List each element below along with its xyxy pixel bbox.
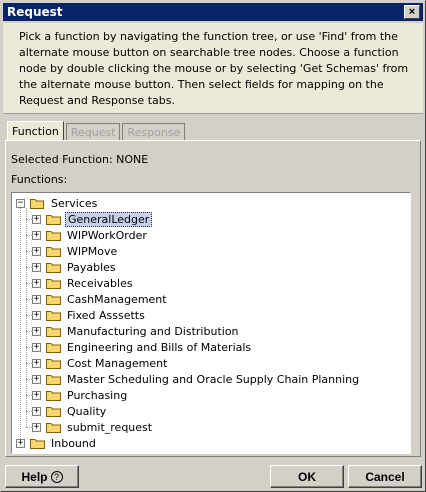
tree-node-label: CashManagement xyxy=(67,292,167,306)
tree-connector-line xyxy=(20,208,21,439)
tree-connector-line xyxy=(26,208,27,427)
functions-label: Functions: xyxy=(11,173,68,186)
tree-node-child[interactable]: + Receivables xyxy=(32,275,135,291)
tree-node-child[interactable]: + CashManagement xyxy=(32,291,169,307)
expand-icon[interactable]: + xyxy=(32,246,41,256)
folder-icon xyxy=(46,326,61,337)
folder-icon xyxy=(30,438,45,449)
tree-node-label: GeneralLedger xyxy=(65,211,153,227)
folder-icon xyxy=(46,230,61,241)
folder-icon xyxy=(46,390,61,401)
expand-icon[interactable]: + xyxy=(32,406,41,416)
folder-icon xyxy=(46,310,61,321)
ok-button[interactable]: OK xyxy=(270,465,344,488)
tab-strip: Function Request Response xyxy=(7,121,187,141)
folder-icon xyxy=(46,358,61,369)
tree-node-label: Master Scheduling and Oracle Supply Chai… xyxy=(67,372,360,386)
tree-node-label: Payables xyxy=(67,260,116,274)
tree-node-child[interactable]: + Manufacturing and Distribution xyxy=(32,323,241,339)
tree-node-child[interactable]: + GeneralLedger xyxy=(32,211,153,227)
folder-icon xyxy=(46,342,61,353)
tree-node-child[interactable]: + Payables xyxy=(32,259,118,275)
expand-icon[interactable]: + xyxy=(32,422,41,432)
tree-node-child[interactable]: + Engineering and Bills of Materials xyxy=(32,339,253,355)
button-bar: Help? OK Cancel xyxy=(5,465,423,489)
collapse-icon[interactable]: − xyxy=(16,198,25,208)
expand-icon[interactable]: + xyxy=(32,310,41,320)
folder-open-icon xyxy=(30,198,45,209)
tree-node-label: Inbound xyxy=(51,436,96,450)
expand-icon[interactable]: + xyxy=(32,342,41,352)
expand-icon[interactable]: + xyxy=(32,358,41,368)
tree-node-child[interactable]: + WIPWorkOrder xyxy=(32,227,149,243)
expand-icon[interactable]: + xyxy=(16,438,25,448)
tree-node-inbound[interactable]: + Inbound xyxy=(16,435,98,451)
folder-icon xyxy=(46,374,61,385)
tree-node-child[interactable]: + WIPMove xyxy=(32,243,119,259)
tree-node-label: Services xyxy=(51,196,98,210)
tree-node-label: Cost Management xyxy=(67,356,168,370)
close-button[interactable]: × xyxy=(404,5,420,19)
selected-function-label: Selected Function: NONE xyxy=(11,153,149,166)
tab-function[interactable]: Function xyxy=(7,121,64,141)
tab-request[interactable]: Request xyxy=(65,123,121,141)
tree-node-label: WIPMove xyxy=(67,244,118,258)
folder-icon xyxy=(46,294,61,305)
tree-node-child[interactable]: + Fixed Asssetts xyxy=(32,307,147,323)
tree-node-label: Manufacturing and Distribution xyxy=(67,324,239,338)
tree-node-label: Receivables xyxy=(67,276,133,290)
folder-icon xyxy=(46,214,61,225)
expand-icon[interactable]: + xyxy=(32,278,41,288)
help-button-label: Help xyxy=(21,470,48,484)
tree-node-services[interactable]: − Services xyxy=(16,195,99,211)
tab-response[interactable]: Response xyxy=(122,123,186,141)
request-dialog: Request × Pick a function by navigating … xyxy=(0,0,426,492)
window-title: Request xyxy=(7,5,63,19)
function-tab-panel: Selected Function: NONE Functions: − Serv… xyxy=(5,140,421,457)
help-button[interactable]: Help? xyxy=(5,465,79,488)
tree-node-child[interactable]: + Master Scheduling and Oracle Supply Cha… xyxy=(32,371,361,387)
folder-icon xyxy=(46,422,61,433)
tree-node-label: WIPWorkOrder xyxy=(67,228,147,242)
tree-node-label: Engineering and Bills of Materials xyxy=(67,340,252,354)
expand-icon[interactable]: + xyxy=(32,326,41,336)
function-tree[interactable]: − Services + GeneralLedger + WIPWorkOrder + WIP… xyxy=(11,192,411,454)
tree-node-label: Fixed Asssetts xyxy=(67,308,145,322)
tree-node-child[interactable]: + Purchasing xyxy=(32,387,129,403)
tree-node-child[interactable]: + Cost Management xyxy=(32,355,169,371)
tree-node-child[interactable]: + Quality xyxy=(32,403,108,419)
expand-icon[interactable]: + xyxy=(32,214,41,224)
folder-icon xyxy=(46,262,61,273)
title-bar: Request × xyxy=(3,3,423,21)
expand-icon[interactable]: + xyxy=(32,294,41,304)
folder-icon xyxy=(46,246,61,257)
folder-icon xyxy=(46,278,61,289)
instructions-text: Pick a function by navigating the functi… xyxy=(3,23,423,114)
expand-icon[interactable]: + xyxy=(32,262,41,272)
cancel-button[interactable]: Cancel xyxy=(348,465,422,488)
expand-icon[interactable]: + xyxy=(32,230,41,240)
expand-icon[interactable]: + xyxy=(32,374,41,384)
tree-node-label: submit_request xyxy=(67,420,153,434)
tree-node-child[interactable]: + submit_request xyxy=(32,419,154,435)
tree-node-label: Quality xyxy=(67,404,107,418)
expand-icon[interactable]: + xyxy=(32,390,41,400)
tree-node-label: Purchasing xyxy=(67,388,128,402)
folder-icon xyxy=(46,406,61,417)
tree-connector-line xyxy=(26,427,32,428)
help-icon: ? xyxy=(50,471,63,483)
